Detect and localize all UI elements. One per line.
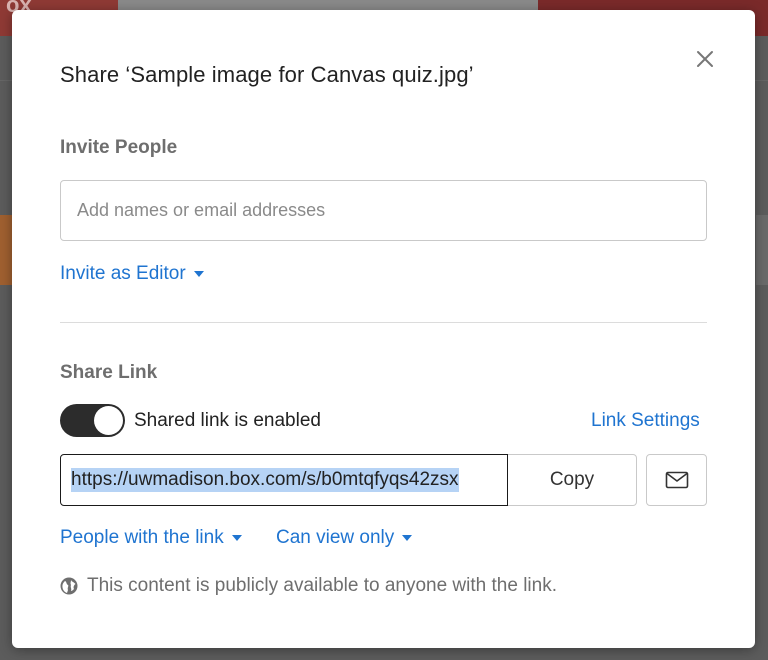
invite-input[interactable] xyxy=(60,180,707,241)
chevron-down-icon xyxy=(231,535,242,541)
share-dialog: Share ‘Sample image for Canvas quiz.jpg’… xyxy=(12,10,755,648)
share-link-label: Share Link xyxy=(60,362,158,383)
shared-link-url: https://uwmadison.box.com/s/b0mtqfyqs42z… xyxy=(71,468,459,492)
shared-link-status: Shared link is enabled xyxy=(134,410,321,431)
invite-people-label: Invite People xyxy=(60,137,178,158)
toggle-knob xyxy=(94,406,123,435)
background-search-bar xyxy=(118,0,538,10)
envelope-icon xyxy=(665,471,688,489)
link-settings-link[interactable]: Link Settings xyxy=(591,410,700,432)
invite-role-dropdown[interactable]: Invite as Editor xyxy=(60,263,204,285)
shared-link-toggle[interactable] xyxy=(60,404,125,437)
chevron-down-icon xyxy=(402,535,413,541)
invite-role-label: Invite as Editor xyxy=(60,263,186,284)
globe-icon xyxy=(60,577,78,595)
public-access-note: This content is publicly available to an… xyxy=(60,575,557,597)
copy-button[interactable]: Copy xyxy=(508,454,637,506)
link-access-dropdown[interactable]: People with the link xyxy=(60,527,242,549)
link-access-label: People with the link xyxy=(60,527,224,548)
shared-link-url-field[interactable]: https://uwmadison.box.com/s/b0mtqfyqs42z… xyxy=(60,454,508,506)
chevron-down-icon xyxy=(193,271,204,277)
background-thumbnail xyxy=(0,215,12,285)
email-link-button[interactable] xyxy=(646,454,707,506)
close-icon[interactable] xyxy=(694,48,716,70)
section-divider xyxy=(60,322,707,323)
dialog-title: Share ‘Sample image for Canvas quiz.jpg’ xyxy=(60,62,474,87)
background-panel-edge xyxy=(756,215,768,285)
public-access-text: This content is publicly available to an… xyxy=(87,575,557,596)
link-permission-dropdown[interactable]: Can view only xyxy=(276,527,413,549)
link-permission-label: Can view only xyxy=(276,527,395,548)
